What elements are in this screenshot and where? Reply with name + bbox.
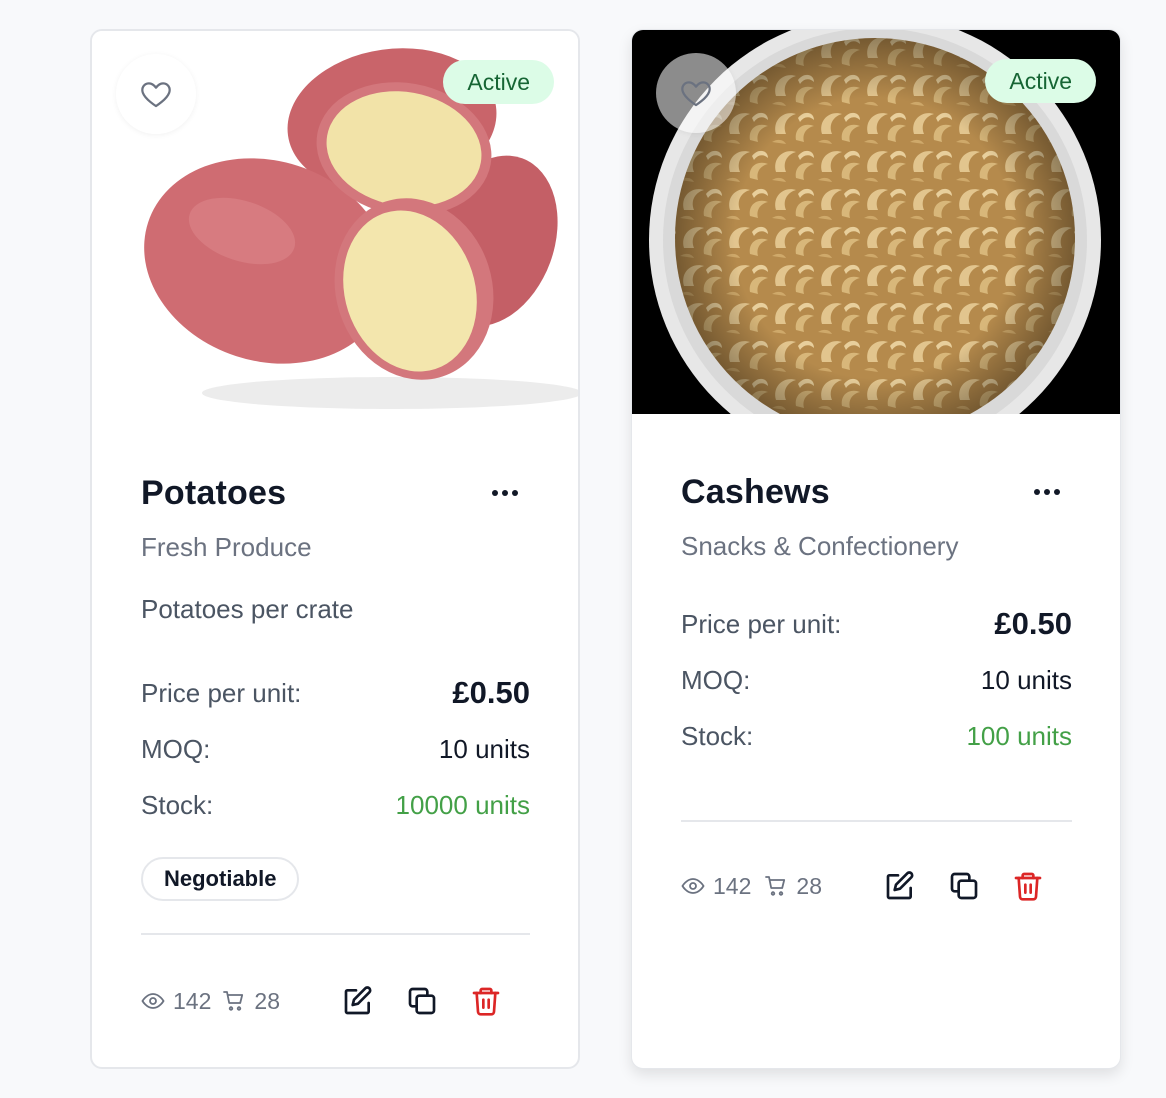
product-details: Price per unit: £0.50 MOQ: 10 units Stoc… [681,596,1072,764]
more-options-button[interactable] [485,478,525,508]
views-count: 142 [713,872,752,899]
product-description: Potatoes per crate [141,594,354,624]
edit-icon [886,871,914,900]
more-options-button[interactable] [1027,477,1067,507]
product-details: Price per unit: £0.50 MOQ: 10 units Stoc… [141,665,530,833]
price-label: Price per unit: [141,677,302,708]
product-card[interactable]: Active Cashews Snacks & Confectionery Pr… [631,29,1121,1069]
views-stat: 142 [681,873,764,900]
moq-row: MOQ: 10 units [141,721,530,777]
product-image[interactable]: Active [92,31,578,415]
edit-icon [344,986,372,1015]
divider [141,933,530,935]
moq-value: 10 units [980,664,1072,695]
delete-button[interactable] [1008,866,1048,906]
cart-count: 28 [254,987,280,1014]
heart-icon [141,82,171,108]
product-card[interactable]: Active Potatoes Fresh Produce Potatoes p… [90,29,580,1069]
card-body: Potatoes Fresh Produce Potatoes per crat… [141,471,530,1021]
product-category: Snacks & Confectionery [681,531,959,561]
card-actions [338,981,530,1021]
stock-value: 10000 units [395,789,530,820]
views-stat: 142 [141,988,222,1015]
price-row: Price per unit: £0.50 [141,665,530,721]
product-title: Potatoes [141,473,287,512]
cart-stat: 28 [764,873,822,900]
status-badge: Active [443,60,554,104]
moq-value: 10 units [438,733,530,764]
divider [681,820,1072,822]
card-body: Cashews Snacks & Confectionery Price per… [681,470,1072,906]
product-category: Fresh Produce [141,532,312,562]
cart-icon [223,991,244,1011]
stock-value: 100 units [966,720,1072,751]
cart-icon [765,876,786,896]
cart-stat: 28 [222,988,280,1015]
trash-icon [472,987,500,1016]
favorite-button[interactable] [116,54,196,134]
product-title: Cashews [681,472,830,511]
price-value: £0.50 [452,675,530,710]
stock-row: Stock: 10000 units [141,777,530,833]
more-options-icon [492,490,518,496]
moq-row: MOQ: 10 units [681,652,1072,708]
product-image[interactable]: Active [632,30,1120,414]
copy-icon [950,872,978,900]
negotiable-tag: Negotiable [141,857,300,901]
edit-button[interactable] [338,981,378,1021]
copy-icon [408,987,436,1015]
views-count: 142 [173,987,212,1014]
product-grid: Active Potatoes Fresh Produce Potatoes p… [0,0,1166,1098]
stock-label: Stock: [681,720,754,751]
status-badge: Active [985,59,1096,103]
cart-count: 28 [796,872,822,899]
heart-icon [681,81,711,107]
stock-row: Stock: 100 units [681,708,1072,764]
price-row: Price per unit: £0.50 [681,596,1072,652]
delete-button[interactable] [466,981,506,1021]
moq-label: MOQ: [681,664,751,695]
price-value: £0.50 [994,606,1072,641]
duplicate-button[interactable] [402,981,442,1021]
more-options-icon [1034,489,1060,495]
card-actions [880,866,1072,906]
eye-icon [141,993,165,1009]
edit-button[interactable] [880,866,920,906]
trash-icon [1014,872,1042,901]
favorite-button[interactable] [656,53,736,133]
card-footer: 142 28 [141,981,530,1021]
card-footer: 142 28 [681,866,1072,906]
price-label: Price per unit: [681,608,842,639]
duplicate-button[interactable] [944,866,984,906]
eye-icon [681,878,705,894]
stock-label: Stock: [141,789,214,820]
moq-label: MOQ: [141,733,211,764]
